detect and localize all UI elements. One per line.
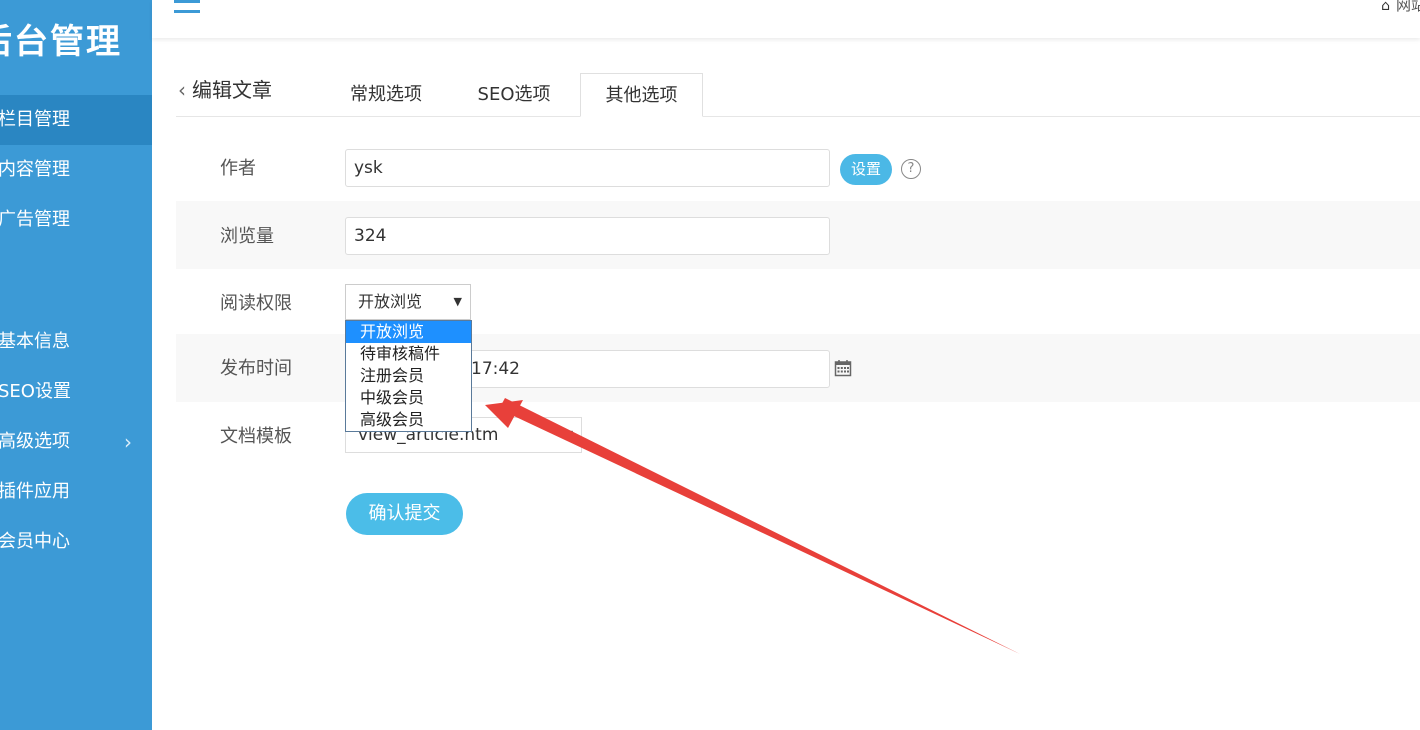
site-link[interactable]: ⌂ 网站 [1381, 0, 1420, 15]
hamburger-icon[interactable] [174, 0, 202, 16]
calendar-icon[interactable] [834, 359, 852, 377]
chevron-right-icon: › [124, 430, 132, 454]
sidebar-item-label: 内容管理 [0, 159, 70, 180]
tab-divider [176, 116, 1420, 117]
site-link-label: 网站 [1395, 0, 1420, 14]
sidebar-item-label: SEO设置 [0, 381, 71, 402]
sidebar-item-advanced-options[interactable]: 高级选项 › [0, 417, 152, 467]
top-bar: ⌂ 网站 [152, 0, 1420, 38]
permission-label: 阅读权限 [220, 293, 292, 314]
permission-option[interactable]: 高级会员 [346, 409, 471, 431]
views-input[interactable]: 324 [345, 217, 830, 255]
tab-other[interactable]: 其他选项 [580, 73, 703, 117]
caret-down-icon: ▼ [453, 295, 462, 308]
sidebar-item-label: 基本信息 [0, 331, 70, 352]
tab-label: SEO选项 [477, 84, 551, 105]
question-circle-icon[interactable]: ? [901, 159, 921, 179]
permission-option[interactable]: 注册会员 [346, 365, 471, 387]
logo-text: 后台管理 [0, 22, 122, 62]
sidebar-item-ad-management[interactable]: 广告管理 [0, 195, 152, 245]
permission-dropdown-list: 开放浏览 待审核稿件 注册会员 中级会员 高级会员 [345, 320, 472, 432]
sidebar-item-column-management[interactable]: 栏目管理 [0, 95, 152, 145]
logo: 后台管理 [0, 0, 152, 95]
publish-time-label: 发布时间 [220, 358, 292, 379]
template-label: 文档模板 [220, 426, 292, 447]
sidebar-item-label: 插件应用 [0, 481, 70, 502]
chevron-left-icon: ‹ [178, 78, 186, 102]
home-icon: ⌂ [1381, 0, 1390, 14]
submit-button[interactable]: 确认提交 [346, 493, 463, 535]
page-title: 编辑文章 [192, 78, 272, 102]
sidebar-item-label: 广告管理 [0, 209, 70, 230]
permission-option[interactable]: 中级会员 [346, 387, 471, 409]
sidebar-item-label: 高级选项 [0, 431, 70, 452]
permission-selected-value: 开放浏览 [358, 292, 423, 311]
caret-down-icon: ▼ [564, 428, 573, 441]
sidebar-item-label: 会员中心 [0, 531, 70, 552]
set-author-button[interactable]: 设置 [840, 154, 892, 185]
views-label: 浏览量 [220, 226, 274, 247]
tab-label: 常规选项 [350, 84, 422, 105]
tab-label: 其他选项 [605, 85, 678, 106]
author-input[interactable]: ysk [345, 149, 830, 187]
sidebar: 后台管理 栏目管理 内容管理 广告管理 基本信息 SEO设置 高级选项 › 插件… [0, 0, 152, 730]
sidebar-item-basic-info[interactable]: 基本信息 [0, 317, 152, 367]
sidebar-item-content-management[interactable]: 内容管理 [0, 145, 152, 195]
permission-option[interactable]: 开放浏览 [346, 321, 471, 343]
author-label: 作者 [220, 158, 256, 179]
tab-general[interactable]: 常规选项 [322, 73, 450, 117]
permission-option[interactable]: 待审核稿件 [346, 343, 471, 365]
sidebar-item-plugins[interactable]: 插件应用 [0, 467, 152, 517]
sidebar-item-seo-settings[interactable]: SEO设置 [0, 367, 152, 417]
tab-seo[interactable]: SEO选项 [452, 73, 576, 117]
sidebar-item-member-center[interactable]: 会员中心 [0, 517, 152, 567]
back-link[interactable]: ‹ 编辑文章 [178, 74, 272, 103]
permission-select[interactable]: 开放浏览 ▼ [345, 284, 471, 320]
sidebar-item-label: 栏目管理 [0, 109, 70, 130]
